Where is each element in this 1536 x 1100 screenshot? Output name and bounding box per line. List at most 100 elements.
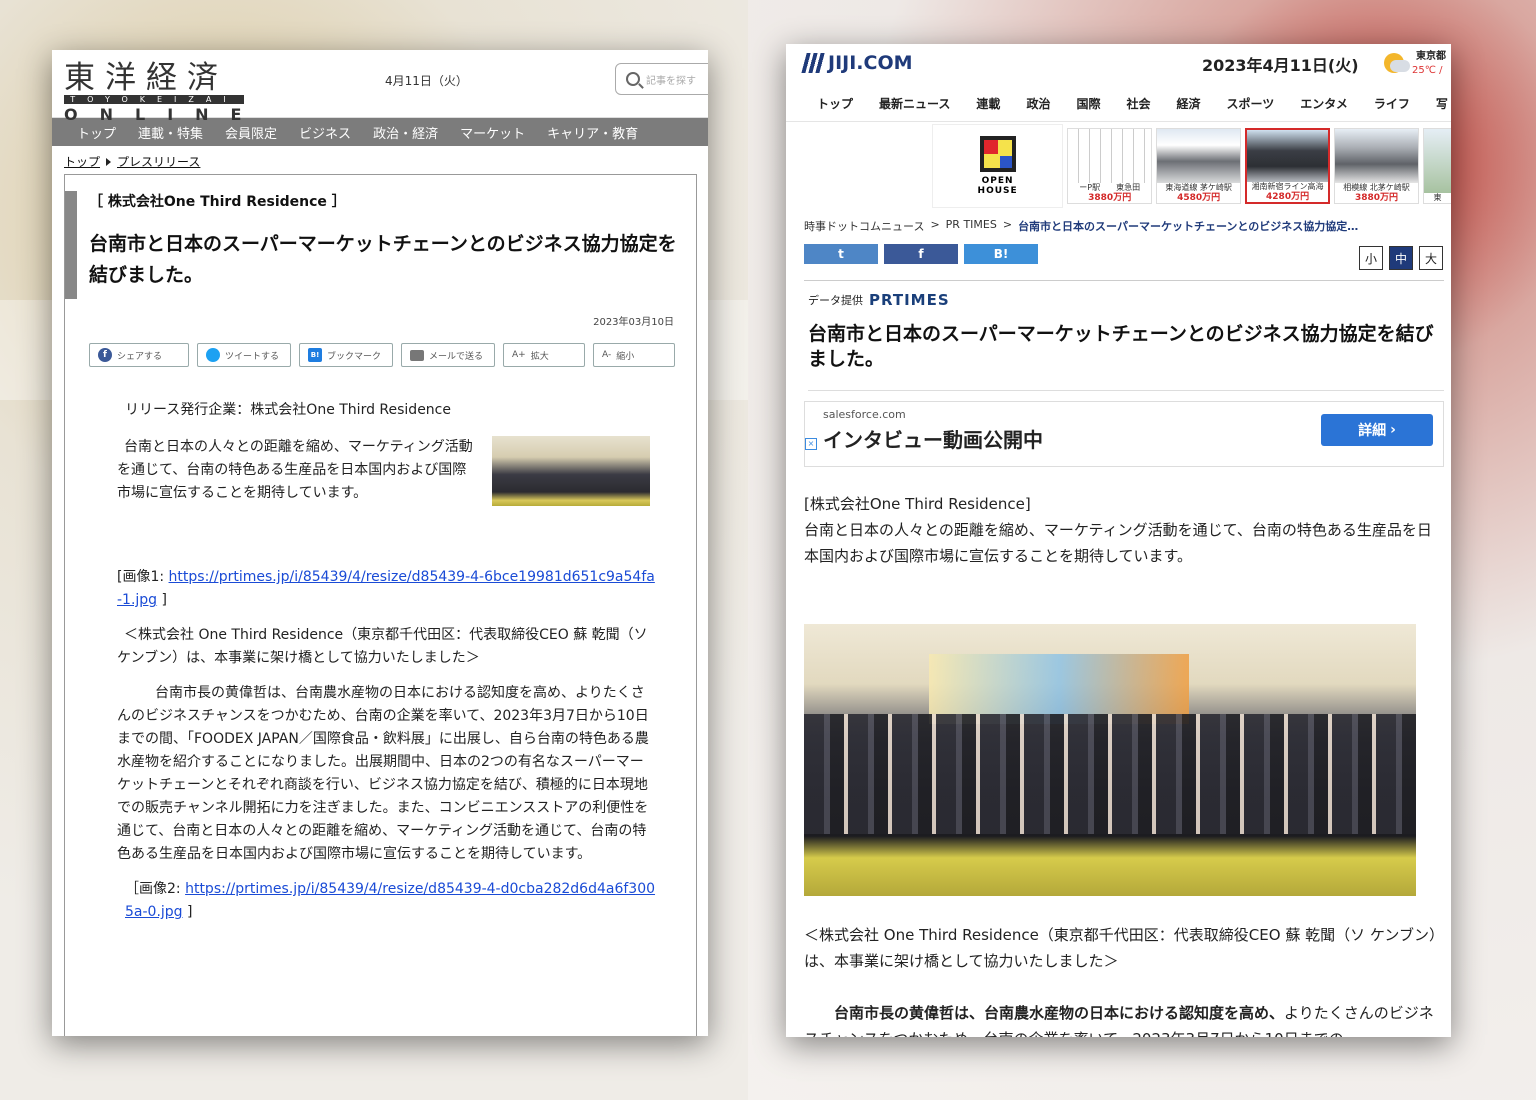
nav-item-career[interactable]: キャリア・教育 — [536, 123, 649, 142]
ad-detail-label: 詳細 — [1358, 423, 1387, 439]
image1-link[interactable]: https://prtimes.jp/i/85439/4/resize/d854… — [117, 569, 655, 608]
openhouse-logo: OPEN HOUSE — [932, 124, 1064, 208]
image2-link[interactable]: https://prtimes.jp/i/85439/4/resize/d854… — [125, 881, 655, 920]
nav-item-politics[interactable]: 政治・経済 — [362, 123, 449, 142]
ad-listing-selected[interactable]: 湘南新宿ライン高海 4280万円 — [1245, 128, 1331, 204]
main-nav: トップ 最新ニュース 連載 政治 国際 社会 経済 スポーツ エンタメ ライフ … — [786, 86, 1451, 122]
header-date: 4月11日（火） — [385, 74, 468, 88]
jiji-logo-text: JIJI.COM — [828, 52, 913, 74]
chevron-right-icon — [106, 157, 112, 166]
facebook-share-button[interactable]: f — [884, 244, 958, 264]
openhouse-ad-banner[interactable]: OPEN HOUSE ーP駅 東急田 3880万円 東海道線 茅ケ崎駅 4580… — [932, 124, 1451, 208]
ad-listing[interactable]: 東海道線 茅ケ崎駅 4580万円 — [1156, 128, 1242, 204]
salesforce-ad[interactable]: salesforce.com インタビュー動画公開中 詳細 › × — [804, 401, 1444, 467]
facebook-icon: f — [918, 247, 924, 261]
company-paragraph: ＜株式会社 One Third Residence（東京都千代田区：代表取締役C… — [117, 627, 648, 666]
ad-listing[interactable]: 相模線 北茅ケ崎駅 3880万円 — [1334, 128, 1419, 204]
jiji-logo-mark — [801, 53, 827, 73]
image1-suffix: ] — [157, 592, 167, 608]
text-size-large[interactable]: 大 — [1419, 246, 1443, 270]
house-image — [1247, 130, 1329, 182]
jiji-logo[interactable]: JIJI.COM — [801, 52, 913, 74]
facebook-share-button[interactable]: f シェアする — [89, 343, 189, 367]
main-paragraph-bold: 台南市長の黄偉哲は、台南農水産物の日本における認知度を高め、 — [834, 1004, 1285, 1022]
image2-suffix: ] — [182, 904, 193, 920]
ad-close-icon[interactable]: × — [805, 438, 817, 450]
breadcrumb-jiji[interactable]: 時事ドットコムニュース — [804, 218, 924, 234]
nav-item-society[interactable]: 社会 — [1126, 95, 1150, 112]
zoom-in-button[interactable]: A+ 拡大 — [503, 343, 585, 367]
site-header: 東洋経済 TOYOKEIZAI ONLINE 4月11日（火） 記事を探す — [52, 50, 708, 124]
weather-city: 東京都 — [1416, 51, 1446, 62]
share-bar: t f B! — [804, 244, 1038, 264]
jiji-screenshot: JIJI.COM 2023年4月11日(火) 東京都 25℃ / トップ 最新ニ… — [786, 44, 1451, 1037]
nav-item-international[interactable]: 国際 — [1076, 95, 1100, 112]
nav-item-series[interactable]: 連載 — [976, 95, 1000, 112]
listing-caption: 湘南新宿ライン高海 — [1251, 182, 1324, 191]
toyokeizai-screenshot: 東洋経済 TOYOKEIZAI ONLINE 4月11日（火） 記事を探す トッ… — [52, 50, 708, 1036]
article-company: ［ 株式会社One Third Residence ］ — [89, 194, 346, 210]
listing-price: 3880万円 — [1354, 193, 1399, 203]
article: データ提供 PRTIMES 台南市と日本のスーパーマーケットチェーンとのビジネス… — [804, 280, 1444, 1037]
listing-caption: 東海道線 茅ケ崎駅 — [1165, 183, 1232, 192]
nav-item-market[interactable]: マーケット — [449, 123, 536, 142]
hatena-bookmark-button[interactable]: B! — [964, 244, 1038, 264]
nav-item-life[interactable]: ライフ — [1374, 95, 1410, 112]
twitter-share-button[interactable]: t — [804, 244, 878, 264]
photo-group — [804, 714, 1416, 834]
nav-item-latest[interactable]: 最新ニュース — [879, 95, 950, 112]
site-header: JIJI.COM 2023年4月11日(火) 東京都 25℃ / — [786, 44, 1451, 86]
ad-detail-button[interactable]: 詳細 › — [1321, 414, 1433, 446]
main-paragraph: 台南市長の黄偉哲は、台南農水産物の日本における認知度を高め、よりたくさんのビジネ… — [117, 685, 649, 862]
zoom-in-label: 拡大 — [530, 351, 549, 362]
breadcrumb-prtimes[interactable]: PR TIMES — [946, 218, 997, 234]
search-placeholder: 記事を探す — [646, 75, 696, 87]
nav-item-politics[interactable]: 政治 — [1026, 95, 1050, 112]
listing-price: 4280万円 — [1266, 192, 1310, 202]
floorplan-image — [1068, 129, 1152, 183]
openhouse-mark-icon — [979, 136, 1016, 172]
logo-sub: TOYOKEIZAI — [64, 95, 244, 104]
text-size-small[interactable]: 小 — [1359, 246, 1383, 270]
text-size-medium[interactable]: 中 — [1389, 246, 1413, 270]
facebook-share-label: シェアする — [117, 351, 163, 362]
image2-prefix: ［画像2: — [125, 881, 186, 897]
nav-item-sports[interactable]: スポーツ — [1227, 95, 1275, 112]
article-date: 2023年03月10日 — [593, 317, 674, 328]
nav-item-top[interactable]: トップ — [66, 123, 127, 142]
twitter-icon: t — [838, 247, 844, 261]
nav-item-members[interactable]: 会員限定 — [214, 123, 288, 142]
nav-item-entertainment[interactable]: エンタメ — [1300, 95, 1348, 112]
ad-listing-partial[interactable]: 東 — [1422, 128, 1451, 204]
zoom-out-label: 縮小 — [616, 351, 635, 362]
article-photo[interactable] — [804, 624, 1416, 896]
cloud-icon — [1390, 60, 1410, 72]
ad-headline: インタビュー動画公開中 — [823, 428, 1043, 452]
bookmark-button[interactable]: B! ブックマーク — [299, 343, 393, 367]
nav-item-economy[interactable]: 経済 — [1176, 95, 1200, 112]
prtimes-logo[interactable]: PRTIMES — [869, 291, 950, 309]
weather-widget[interactable]: 東京都 25℃ / — [1384, 47, 1451, 83]
toyokeizai-logo[interactable]: 東洋経済 TOYOKEIZAI ONLINE — [64, 52, 244, 124]
text-size-control: 小 中 大 — [1359, 246, 1443, 270]
search-input[interactable]: 記事を探す — [615, 63, 708, 95]
breadcrumb-top[interactable]: トップ — [64, 153, 100, 170]
nav-item-photo[interactable]: 写 — [1436, 95, 1448, 112]
article-body: リリース発行企業：株式会社One Third Residence 台南と日本の人… — [65, 399, 696, 924]
article-body: [株式会社One Third Residence] 台南と日本の人々との距離を縮… — [804, 491, 1444, 569]
nav-item-top[interactable]: トップ — [817, 95, 853, 112]
breadcrumb-press[interactable]: プレスリリース — [117, 153, 200, 170]
tweet-button[interactable]: ツイートする — [197, 343, 291, 367]
mail-button[interactable]: メールで送る — [401, 343, 495, 367]
article-title: 台南市と日本のスーパーマーケットチェーンとのビジネス協力協定を結びました。 — [89, 233, 677, 286]
nav-item-business[interactable]: ビジネス — [288, 123, 362, 142]
nav-item-series[interactable]: 連載・特集 — [127, 123, 214, 142]
article-company: [株式会社One Third Residence] — [804, 495, 1031, 513]
ad-listing[interactable]: ーP駅 東急田 3880万円 — [1067, 128, 1153, 204]
zoom-out-button[interactable]: A- 縮小 — [593, 343, 675, 367]
house-image — [1423, 129, 1451, 193]
lead-paragraph: 台南と日本の人々との距離を縮め、マーケティング活動を通じて、台南の特色ある生産品… — [804, 521, 1432, 565]
issuer-line: リリース発行企業：株式会社One Third Residence — [125, 402, 451, 418]
zoom-out-icon: A- — [602, 350, 612, 360]
article-thumbnail[interactable] — [492, 436, 650, 506]
